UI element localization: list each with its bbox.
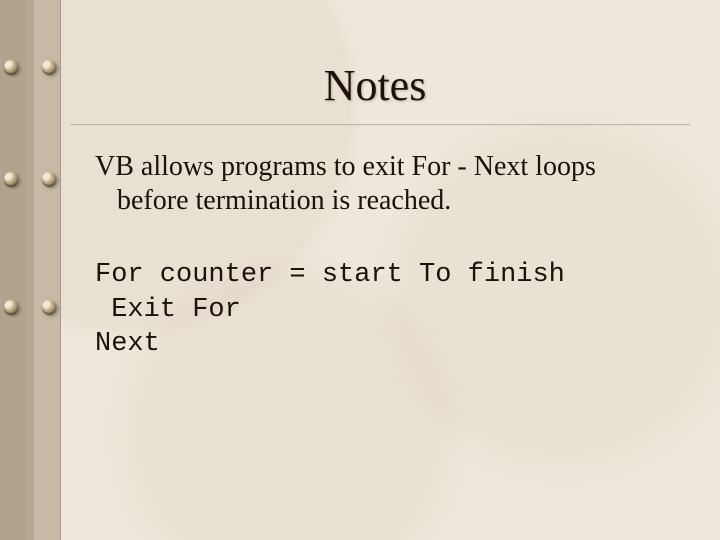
thumbtack-icon: [42, 300, 56, 314]
tack-row: [4, 172, 56, 186]
code-line: Exit For: [95, 295, 241, 325]
thumbtack-icon: [4, 300, 18, 314]
slide-title: Notes: [60, 60, 690, 111]
slide-body: VB allows programs to exit For - Next lo…: [95, 150, 660, 362]
horizontal-rule: [70, 124, 690, 126]
code-line: For counter = start To finish: [95, 260, 565, 290]
tack-row: [4, 60, 56, 74]
body-paragraph: VB allows programs to exit For - Next lo…: [95, 150, 660, 218]
thumbtack-icon: [4, 60, 18, 74]
code-block: For counter = start To finish Exit For N…: [95, 258, 660, 362]
body-line: before termination is reached.: [95, 184, 660, 218]
thumbtack-icon: [42, 60, 56, 74]
binding-strip: [0, 0, 61, 540]
tack-row: [4, 300, 56, 314]
body-line: VB allows programs to exit For - Next lo…: [95, 151, 596, 182]
slide: Notes VB allows programs to exit For - N…: [0, 0, 720, 540]
code-line: Next: [95, 329, 160, 359]
thumbtack-icon: [4, 172, 18, 186]
thumbtack-icon: [42, 172, 56, 186]
